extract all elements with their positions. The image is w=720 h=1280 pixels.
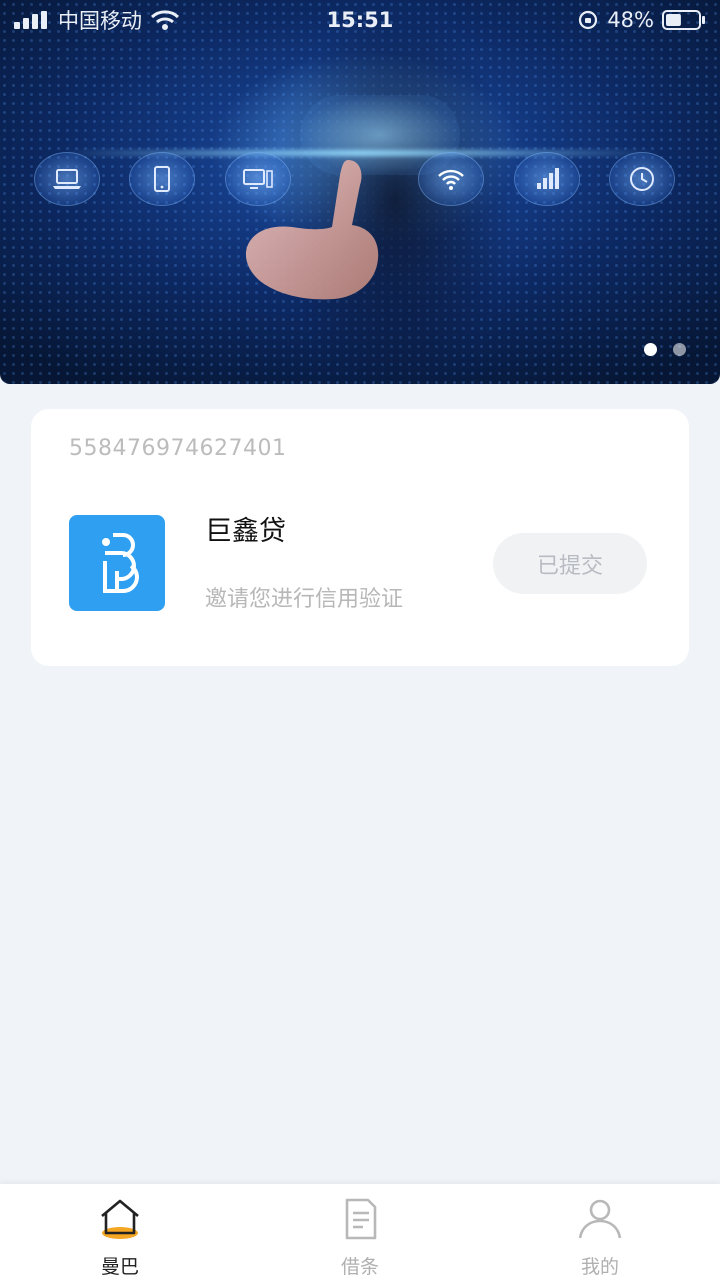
carousel-indicator[interactable]	[644, 343, 686, 356]
app-subtitle: 邀请您进行信用验证	[205, 587, 404, 612]
banner-carousel[interactable]: 中国移动 15:51 48%	[0, 0, 720, 384]
app-name: 巨鑫贷	[205, 516, 286, 547]
tab-mine[interactable]: 我的	[480, 1184, 720, 1280]
tablet-icon	[129, 152, 195, 206]
loan-application-card[interactable]: 558476974627401 巨鑫贷 邀请您进行信用验证 已提交	[31, 409, 689, 666]
brand-b-logo-icon	[102, 533, 140, 593]
user-icon	[578, 1199, 622, 1239]
tab-iou-label: 借条	[340, 1256, 379, 1278]
tab-mine-label: 我的	[580, 1256, 619, 1278]
wifi-icon	[418, 152, 484, 206]
bottom-tab-bar: 曼巴 借条 我的	[0, 1184, 720, 1280]
carousel-dot-1[interactable]	[644, 343, 657, 356]
tab-iou[interactable]: 借条	[240, 1184, 480, 1280]
pointing-hand-graphic	[245, 160, 379, 300]
tab-home-label: 曼巴	[100, 1256, 139, 1278]
document-icon	[345, 1198, 377, 1240]
battery-icon	[662, 10, 705, 30]
home-icon	[101, 1199, 139, 1239]
tab-home[interactable]: 曼巴	[0, 1184, 240, 1280]
battery-percentage: 48%	[607, 8, 654, 32]
order-number: 558476974627401	[69, 436, 287, 461]
carrier-name: 中国移动	[58, 9, 142, 33]
cellular-signal-icon	[14, 11, 47, 29]
orientation-lock-icon	[579, 10, 598, 30]
signal-bars-icon	[514, 152, 580, 206]
clock-icon	[609, 152, 675, 206]
app-logo	[69, 515, 165, 611]
wifi-status-icon	[150, 10, 180, 30]
carousel-dot-2[interactable]	[673, 343, 686, 356]
laptop-icon	[34, 152, 100, 206]
submitted-status-button[interactable]: 已提交	[493, 533, 647, 594]
status-bar: 中国移动 15:51 48%	[0, 0, 720, 40]
